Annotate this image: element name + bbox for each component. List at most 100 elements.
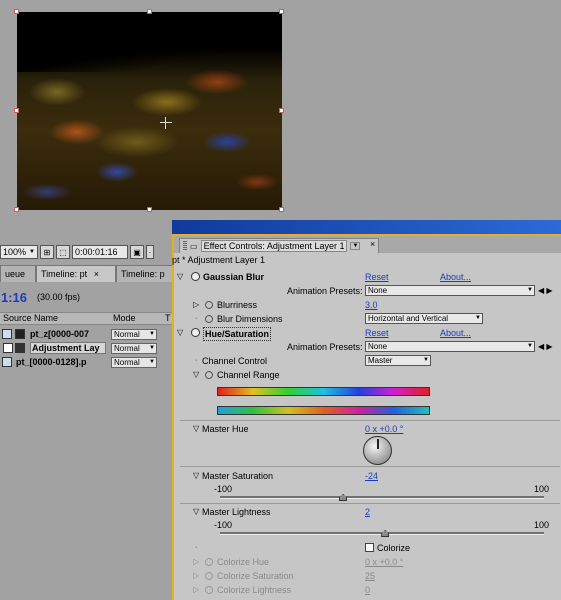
footage-icon [2,329,12,339]
layer-visibility-checkbox[interactable] [3,343,13,353]
twirl-closed-icon[interactable]: ▷ [193,583,199,597]
layer-row[interactable]: pt_z[0000-007 Normal [0,327,175,341]
viewer-timecode: 0:00:01:16 [75,247,118,257]
chevron-down-icon[interactable]: ▼ [350,242,361,250]
twirl-open-icon[interactable]: ▽ [193,505,199,519]
layer-handle-bottom-center[interactable] [147,207,152,212]
close-icon[interactable]: × [370,239,375,249]
composition-preview-image[interactable] [17,12,282,210]
timeline-current-time[interactable]: 1:16 [0,290,27,305]
preset-nav-arrows-icon[interactable]: ◀ ▶ [538,340,553,354]
safe-margins-icon[interactable]: ⊞ [40,245,54,259]
master-saturation-slider-track[interactable] [220,496,544,499]
layer-handle-bottom-left[interactable] [14,207,19,212]
channel-control-row: · Channel Control Master ▼ [174,354,561,368]
channel-control-dropdown[interactable]: Master ▼ [365,355,431,366]
master-saturation-label: Master Saturation [202,471,274,481]
animation-presets-dropdown[interactable]: None ▼ [365,285,535,296]
master-hue-dial[interactable] [363,436,392,465]
stopwatch-icon[interactable] [205,371,213,379]
column-mode[interactable]: Mode [113,313,136,324]
channel-range-spectrum-top[interactable] [217,387,430,396]
animation-presets-dropdown[interactable]: None ▼ [365,341,535,352]
colorize-saturation-value[interactable]: 25 [365,569,375,583]
layer-handle-bottom-right[interactable] [279,207,284,212]
stopwatch-icon[interactable] [205,558,213,566]
layer-mode-dropdown[interactable]: Normal [111,328,157,340]
master-saturation-value[interactable]: -24 [365,469,378,483]
chevron-down-icon: ▼ [423,357,429,363]
channel-range-spectrum-bottom[interactable] [217,406,430,415]
footage-icon [2,357,12,367]
bullet-icon: · [195,315,198,322]
bullet-icon: · [195,357,198,364]
layer-name: Adjustment Lay [30,342,106,354]
colorize-hue-label: Colorize Hue [217,557,270,567]
layer-handle-middle-right[interactable] [279,108,284,113]
twirl-open-icon[interactable]: ▽ [193,469,199,483]
reset-link[interactable]: Reset [365,270,389,284]
close-icon[interactable]: × [94,269,99,279]
anchor-point-icon[interactable] [160,117,172,129]
current-time-field[interactable]: 0:00:01:16 [72,245,128,259]
twirl-closed-icon[interactable]: ▷ [193,569,199,583]
slider-max-label: 100 [534,520,550,530]
composition-viewer[interactable] [0,0,561,240]
master-lightness-range-row: -100 100 [174,518,561,532]
layer-handle-top-right[interactable] [279,9,284,14]
grip-icon[interactable] [183,241,187,251]
column-track-matte[interactable]: T [165,313,171,324]
colorize-checkbox[interactable] [365,543,374,552]
tab-render-queue[interactable]: ueue [0,265,36,282]
fx-toggle-icon[interactable] [191,328,200,337]
master-lightness-value[interactable]: 2 [365,505,370,519]
layer-name: pt_z[0000-007 [30,329,90,339]
stopwatch-icon[interactable] [205,586,213,594]
twirl-open-icon[interactable]: ▽ [193,422,199,436]
divider [180,466,560,467]
layer-mode-dropdown[interactable]: Normal [111,342,157,354]
layer-row[interactable]: pt_[0000-0128].p Normal [0,355,175,369]
show-snapshot-icon[interactable]: · [146,245,154,259]
region-of-interest-icon[interactable]: ⬚ [56,245,70,259]
layer-mode-dropdown[interactable]: Normal [111,356,157,368]
blur-dimensions-dropdown[interactable]: Horizontal and Vertical ▼ [365,313,483,324]
tab-timeline-pt-active[interactable]: Timeline: pt × [36,265,116,282]
column-source-name[interactable]: Source Name [3,313,58,324]
twirl-open-icon[interactable]: ▽ [193,368,199,382]
stopwatch-icon[interactable] [205,315,213,323]
master-hue-value[interactable]: 0 x +0.0 ° [365,422,403,436]
layer-handle-middle-left[interactable] [14,108,19,113]
master-saturation-range-row: -100 100 [174,482,561,496]
zoom-dropdown[interactable]: 100% ▼ [0,245,38,259]
colorize-lightness-value[interactable]: 0 [365,583,370,597]
tab-effect-controls[interactable]: ▭ Effect Controls: Adjustment Layer 1 ▼ [179,238,379,253]
reset-link[interactable]: Reset [365,326,389,340]
zoom-value: 100% [3,247,27,257]
stopwatch-icon[interactable] [205,301,213,309]
twirl-open-icon[interactable]: ▽ [177,326,183,340]
preset-nav-arrows-icon[interactable]: ◀ ▶ [538,284,553,298]
effect-gaussian-blur-header[interactable]: ▽ Gaussian Blur Reset About... [174,270,561,284]
tab-timeline-p[interactable]: Timeline: p [116,265,175,282]
effect-controls-subtitle: pt * Adjustment Layer 1 [172,255,266,265]
slider-max-label: 100 [534,484,550,494]
stopwatch-icon[interactable] [205,572,213,580]
chevron-down-icon: ▼ [475,315,481,321]
blur-dimensions-label: Blur Dimensions [217,314,283,324]
about-link[interactable]: About... [440,326,471,340]
layer-handle-top-center[interactable] [147,9,152,14]
twirl-closed-icon[interactable]: ▷ [193,298,199,312]
layer-handle-top-left[interactable] [14,9,19,14]
blurriness-value[interactable]: 3.0 [365,298,378,312]
effect-hue-saturation-header[interactable]: ▽ Hue/Saturation Reset About... [174,326,561,341]
layer-switch-icon[interactable] [15,329,25,339]
layer-row-selected[interactable]: Adjustment Lay Normal [0,341,175,355]
twirl-closed-icon[interactable]: ▷ [193,555,199,569]
colorize-hue-value[interactable]: 0 x +0.0 ° [365,555,403,569]
twirl-open-icon[interactable]: ▽ [177,270,183,284]
snapshot-camera-icon[interactable]: ▣ [130,245,144,259]
fx-toggle-icon[interactable] [191,272,200,281]
colorize-row: · Colorize [174,541,561,555]
about-link[interactable]: About... [440,270,471,284]
